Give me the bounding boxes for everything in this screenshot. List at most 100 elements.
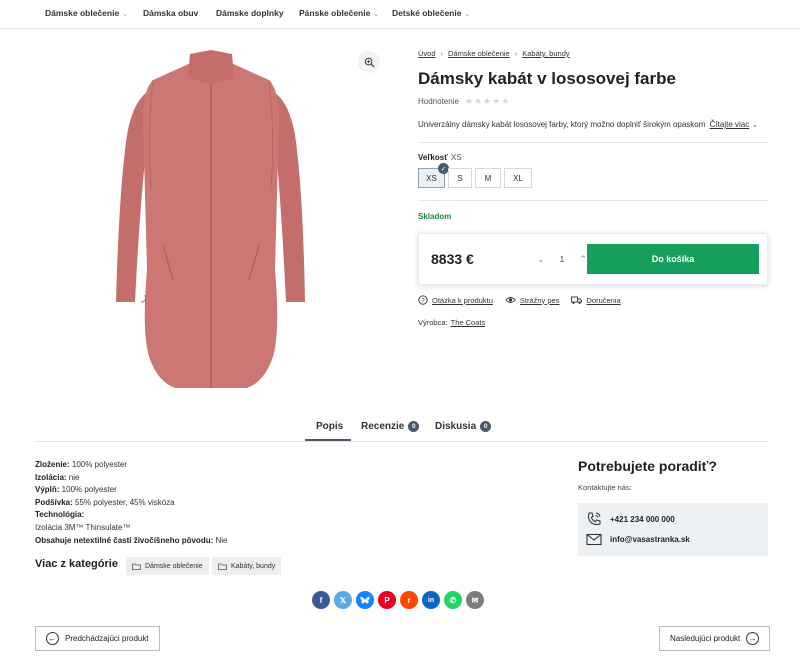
breadcrumb-damske-oblecenie[interactable]: Dámske oblečenie (448, 49, 510, 58)
next-product-label: Nasledujúci produkt (670, 634, 741, 643)
short-description: Univerzálny dámsky kabát lososovej farby… (418, 120, 758, 129)
nav-item-damske-doplnky[interactable]: Dámske doplnky (216, 8, 284, 18)
tab-label: Recenzie (361, 421, 405, 432)
butterfly-shape (360, 596, 370, 603)
description-key: Technológia: (35, 510, 85, 520)
nav-item-damska-obuv[interactable]: Dámska obuv (143, 8, 198, 18)
category-chip-label: Kabáty, bundy (231, 562, 276, 570)
description-value: 100% polyester (69, 460, 128, 469)
advice-subtitle: Kontaktujte nás: (578, 483, 632, 492)
size-option-m[interactable]: M (475, 168, 501, 188)
x-icon[interactable]: 𝕏 (334, 591, 352, 609)
contact-email[interactable]: info@vasastranka.sk (586, 533, 690, 546)
description-row: Izolácia 3M™ Thinsulate™ (35, 522, 228, 535)
size-selected-value: XS (451, 153, 462, 162)
description-key: Podšívka: (35, 497, 73, 507)
breadcrumb-separator: › (514, 49, 518, 58)
product-title: Dámsky kabát v lososovej farbe (418, 69, 676, 88)
description-value: Izolácia 3M™ Thinsulate™ (35, 522, 131, 532)
zoom-in-icon (364, 57, 375, 68)
tab-label: Diskusia (435, 421, 477, 432)
envelope-icon (586, 533, 602, 546)
add-to-cart-button[interactable]: Do košíka (587, 244, 759, 274)
breadcrumb-separator: › (440, 49, 444, 58)
product-description: Zloženie: 100% polyester Izolácia: nie V… (35, 459, 228, 547)
reddit-icon[interactable]: r (400, 591, 418, 609)
description-key: Zloženie: (35, 460, 70, 469)
bluesky-icon[interactable] (356, 591, 374, 609)
product-tabs: Popis Recenzie 0 Diskusia 0 (35, 415, 768, 442)
size-option-s[interactable]: S (448, 168, 472, 188)
active-tab-indicator (305, 439, 351, 441)
email-icon[interactable]: ✉ (466, 591, 484, 609)
tab-count-badge: 0 (480, 421, 492, 432)
tab-label: Popis (316, 421, 344, 432)
tab-popis[interactable]: Popis (316, 421, 343, 432)
arrow-left-icon: ← (46, 632, 59, 645)
whatsapp-icon[interactable]: ✆ (444, 591, 462, 609)
pinterest-icon[interactable]: P (378, 591, 396, 609)
coat-image (116, 50, 305, 388)
size-label-text: Veľkosť (418, 153, 449, 162)
nav-item-panske-oblecenie[interactable]: Pánske oblečenie ⌄ (299, 8, 379, 18)
product-links: ? Otázka k produktu Strážny pes Doručeni… (418, 295, 621, 305)
advice-title: Potrebujete poradiť? (578, 458, 717, 474)
zoom-button[interactable] (358, 51, 380, 73)
contact-email-text: info@vasastranka.sk (610, 535, 690, 544)
description-key: Izolácia: (35, 472, 67, 482)
share-bar: f 𝕏 P r in ✆ ✉ (312, 591, 484, 609)
contact-phone-text: +421 234 000 000 (610, 514, 675, 524)
category-chip-kabaty-bundy[interactable]: Kabáty, bundy (212, 557, 282, 575)
rating[interactable]: Hodnotenie ★★★★★ (418, 96, 510, 107)
size-option-label: XS (426, 173, 437, 183)
chevron-down-icon: ⌄ (373, 11, 380, 18)
size-label: Veľkosť XS (418, 153, 462, 162)
read-more-link[interactable]: Čítajte viac (710, 120, 750, 129)
folder-icon (218, 563, 227, 570)
nav-item-label: Detské oblečenie (392, 8, 462, 18)
watchdog-link[interactable]: Strážny pes (505, 295, 559, 305)
tab-diskusia[interactable]: Diskusia 0 (435, 421, 492, 432)
description-row: Izolácia: nie (35, 472, 228, 485)
nav-item-label: Dámska obuv (143, 8, 199, 18)
breadcrumb-home[interactable]: Úvod (418, 49, 436, 58)
description-value: Nie (213, 535, 228, 545)
chevron-down-icon: ⌄ (122, 11, 129, 18)
delivery-link[interactable]: Doručenia (571, 295, 621, 305)
folder-icon (132, 563, 141, 570)
stock-status: Skladom (418, 212, 452, 221)
size-option-label: S (457, 173, 463, 183)
previous-product-label: Predchádzajúci produkt (65, 634, 149, 643)
decrease-icon[interactable]: ⌄ (537, 254, 545, 265)
linkedin-icon[interactable]: in (422, 591, 440, 609)
chevron-down-icon: ⌄ (464, 11, 471, 18)
contact-phone[interactable]: +421 234 000 000 (586, 511, 675, 527)
contact-box: +421 234 000 000 info@vasastranka.sk (578, 503, 768, 556)
size-option-xl[interactable]: XL (504, 168, 532, 188)
maker-link[interactable]: The Coats (451, 318, 486, 327)
category-chip-damske-oblecenie[interactable]: Dámske oblečenie (126, 557, 209, 575)
tab-count-badge: 0 (408, 421, 420, 432)
description-key: Výplň: (35, 485, 60, 495)
nav-item-detske-oblecenie[interactable]: Detské oblečenie ⌄ (392, 8, 470, 18)
nav-item-damske-oblecenie[interactable]: Dámske oblečenie ⌄ (45, 8, 128, 18)
more-from-category-label: Viac z kategórie (35, 558, 118, 570)
next-product-button[interactable]: Nasledujúci produkt → (659, 626, 771, 651)
question-link[interactable]: ? Otázka k produktu (418, 295, 493, 305)
eye-icon (505, 297, 516, 303)
facebook-icon[interactable]: f (312, 591, 330, 609)
previous-product-button[interactable]: ← Predchádzajúci produkt (35, 626, 160, 651)
quantity-value[interactable]: 1 (560, 255, 564, 264)
tab-recenzie[interactable]: Recenzie 0 (361, 421, 420, 432)
nav-item-label: Dámske doplnky (216, 8, 284, 18)
description-row: Technológia: (35, 509, 228, 522)
maker: Výrobca: The Coats (418, 318, 485, 327)
delivery-link-label: Doručenia (586, 295, 621, 305)
quantity-stepper[interactable]: ⌄ 1 ⌃ (537, 244, 587, 274)
phone-icon (587, 512, 601, 525)
breadcrumb-kabaty-bundy[interactable]: Kabáty, bundy (522, 49, 569, 58)
description-row: Výplň: 100% polyester (35, 484, 228, 497)
increase-icon[interactable]: ⌃ (579, 254, 587, 265)
product-image[interactable] (35, 40, 395, 400)
category-chip-label: Dámske oblečenie (145, 562, 203, 570)
